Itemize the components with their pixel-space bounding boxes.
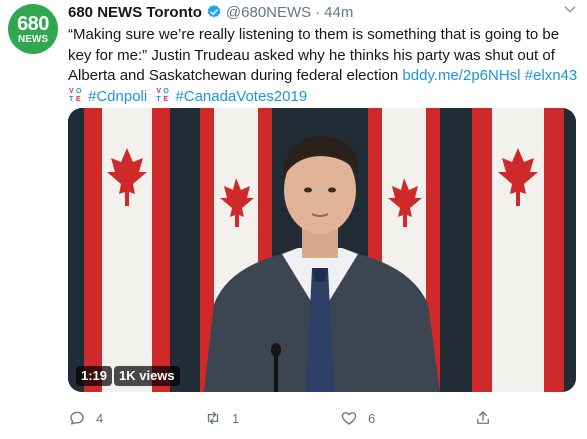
video-duration-badge: 1:19 [76,366,113,386]
video-views-badge: 1K views [114,366,180,386]
chevron-down-icon[interactable] [562,1,578,17]
hashtag-cdnpoli[interactable]: #Cdnpoli [88,88,147,105]
share-button[interactable] [474,408,492,428]
retweet-count: 1 [232,410,240,426]
retweet-icon [207,411,219,425]
separator-dot: · [315,3,321,21]
avatar[interactable]: 680 NEWS [8,4,58,54]
like-button[interactable]: 6 [340,408,375,428]
hashtag-elxn43[interactable]: #elxn43 [525,67,578,84]
like-count: 6 [368,410,376,426]
account-handle[interactable]: @680NEWS [226,4,311,21]
vote-emoji-icon: V O T E [69,87,82,103]
hashtag-canadavotes2019[interactable]: #CanadaVotes2019 [175,88,307,105]
avatar-text-680: 680 [17,12,49,35]
reply-icon [70,411,84,425]
reply-button[interactable]: 4 [68,408,103,428]
verified-badge-icon [207,5,221,18]
video-thumbnail [68,108,576,392]
share-icon [477,411,489,424]
tweet-actions: 4 1 6 [68,408,578,428]
vote-emoji-icon: V O T E [156,87,169,103]
reply-count: 4 [96,410,104,426]
tweet-link[interactable]: bddy.me/2p6NHsl [402,67,520,84]
canadian-flag-right [472,108,564,392]
retweet-button[interactable]: 1 [204,408,239,428]
tweet-header: 680 NEWS Toronto @680NEWS · 44m [68,3,353,21]
tweet-text: “Making sure we’re really listening to t… [68,25,580,107]
tweet-timestamp[interactable]: 44m [324,4,353,21]
avatar-text-news: NEWS [18,33,48,45]
video-player[interactable]: 1:19 1K views [68,108,576,392]
account-name[interactable]: 680 NEWS Toronto [68,4,202,21]
canadian-flag-left [84,108,170,392]
heart-icon [341,412,357,425]
